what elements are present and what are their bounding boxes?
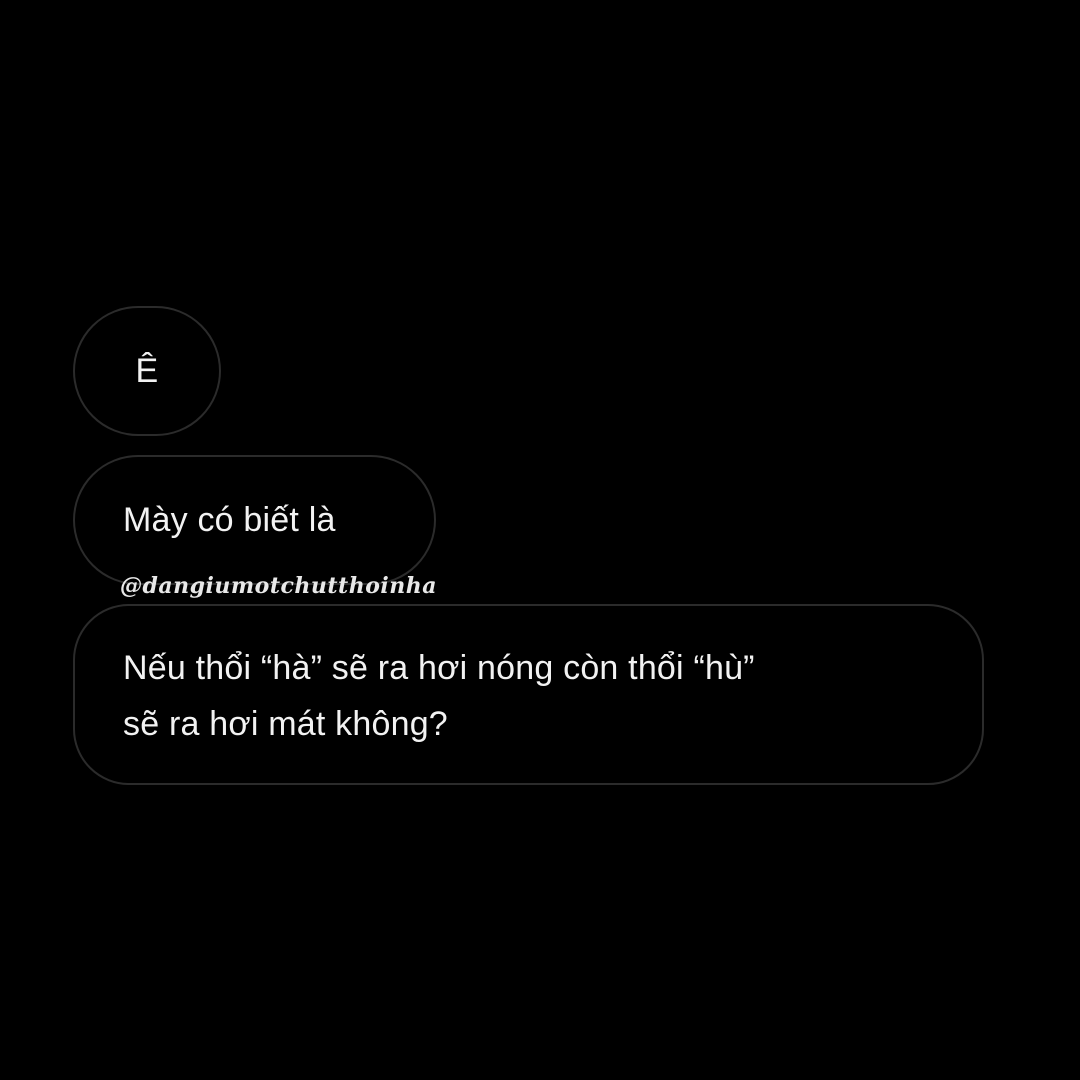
message-text-line: sẽ ra hơi mát không?: [123, 705, 448, 743]
message-bubble[interactable]: Ê: [73, 306, 221, 436]
message-text: Mày có biết là: [123, 501, 336, 539]
message-text-line: Nếu thổi “hà” sẽ ra hơi nóng còn thổi “h…: [123, 649, 755, 687]
watermark-handle: @dangiumotchutthoinha: [120, 573, 437, 599]
chat-thread: Ê Mày có biết là @dangiumotchutthoinha N…: [0, 0, 1080, 1080]
message-bubble[interactable]: Mày có biết là: [73, 455, 436, 585]
message-bubble[interactable]: Nếu thổi “hà” sẽ ra hơi nóng còn thổi “h…: [73, 604, 984, 785]
message-text: Ê: [135, 352, 159, 390]
